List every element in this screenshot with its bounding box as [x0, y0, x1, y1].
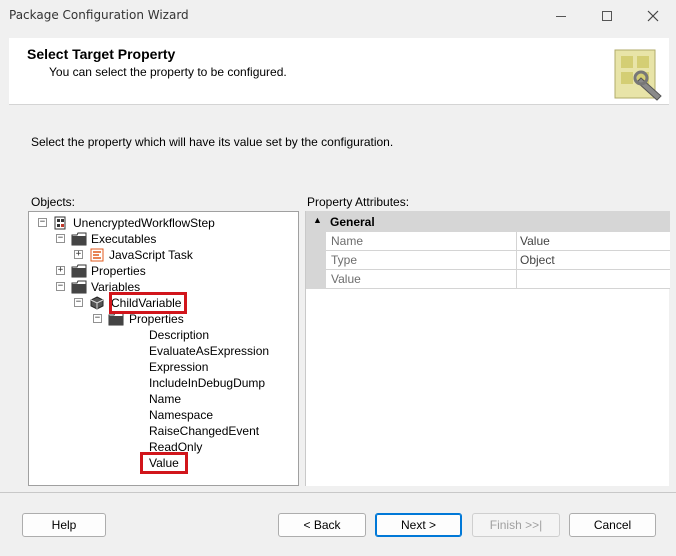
grid-gutter: [306, 232, 326, 251]
property-grid[interactable]: ▲ General Name Value Type Object Value: [305, 211, 670, 486]
folder-icon: [71, 280, 87, 294]
tree-node-root[interactable]: − UnencryptedWorkflowStep: [29, 215, 297, 231]
tree-leaf-label: EvaluateAsExpression: [149, 344, 270, 358]
finish-button[interactable]: Finish >>|: [472, 513, 560, 537]
instruction-text: Select the property which will have its …: [31, 135, 394, 149]
next-button[interactable]: Next >: [375, 513, 462, 537]
collapse-icon[interactable]: −: [56, 234, 65, 243]
grid-property-name: Type: [326, 251, 517, 270]
grid-property-name: Value: [326, 270, 517, 289]
grid-property-value[interactable]: Value: [517, 232, 670, 251]
tree-leaf-label: RaiseChangedEvent: [149, 424, 260, 438]
tree-leaf-raisechangedevent[interactable]: RaiseChangedEvent: [29, 423, 297, 439]
folder-icon: [71, 264, 87, 278]
folder-icon: [71, 232, 87, 246]
maximize-icon: [602, 11, 612, 21]
tree-node-executables[interactable]: − Executables: [29, 231, 297, 247]
collapse-icon[interactable]: −: [74, 298, 83, 307]
grid-property-name: Name: [326, 232, 517, 251]
tree-leaf-namespace[interactable]: Namespace: [29, 407, 297, 423]
expand-icon[interactable]: +: [56, 266, 65, 275]
page-subtitle: You can select the property to be config…: [49, 65, 287, 79]
highlight-box-value: [140, 452, 188, 474]
close-button[interactable]: [630, 0, 676, 32]
objects-label: Objects:: [31, 195, 76, 209]
tree-label-properties: Properties: [91, 264, 146, 278]
collapse-icon[interactable]: −: [38, 218, 47, 227]
grid-property-value[interactable]: Object: [517, 251, 670, 270]
wizard-logo-icon: [614, 49, 662, 101]
tree-label-executables: Executables: [91, 232, 157, 246]
grid-row-type[interactable]: Type Object: [306, 251, 670, 270]
page-title: Select Target Property: [27, 46, 176, 62]
folder-icon: [108, 312, 124, 326]
close-icon: [647, 10, 659, 22]
grid-row-value[interactable]: Value: [306, 270, 670, 289]
grid-gutter: [306, 270, 326, 289]
wizard-header: Select Target Property You can select th…: [9, 38, 669, 105]
title-bar: Package Configuration Wizard: [0, 0, 676, 32]
minimize-icon: [556, 15, 566, 17]
grid-gutter: [306, 251, 326, 270]
highlight-box-childvariable: [109, 292, 187, 314]
tree-leaf-expression[interactable]: Expression: [29, 359, 297, 375]
tree-node-properties[interactable]: + Properties: [29, 263, 297, 279]
tree-leaf-label: IncludeInDebugDump: [149, 376, 266, 390]
grid-category-label: General: [330, 215, 375, 229]
maximize-button[interactable]: [584, 0, 630, 32]
tree-leaf-label: Namespace: [149, 408, 214, 422]
help-button[interactable]: Help: [22, 513, 106, 537]
tree-leaf-includeindebugdump[interactable]: IncludeInDebugDump: [29, 375, 297, 391]
objects-tree[interactable]: − UnencryptedWorkflowStep − Executables …: [28, 211, 299, 486]
minimize-button[interactable]: [538, 0, 584, 32]
expand-icon[interactable]: +: [74, 250, 83, 259]
tree-leaf-description[interactable]: Description: [29, 327, 297, 343]
back-button[interactable]: < Back: [278, 513, 366, 537]
window-title: Package Configuration Wizard: [9, 8, 189, 22]
collapse-icon[interactable]: −: [93, 314, 102, 323]
tree-leaf-name[interactable]: Name: [29, 391, 297, 407]
tree-label-javascript-task: JavaScript Task: [109, 248, 193, 262]
tree-leaf-evaluateasexpression[interactable]: EvaluateAsExpression: [29, 343, 297, 359]
grid-row-name[interactable]: Name Value: [306, 232, 670, 251]
tree-leaf-label: Expression: [149, 360, 209, 374]
grid-category-general[interactable]: ▲ General: [306, 211, 670, 232]
package-icon: [54, 216, 66, 230]
collapse-icon[interactable]: −: [56, 282, 65, 291]
collapse-triangle-icon[interactable]: ▲: [313, 215, 322, 225]
tree-node-javascript-task[interactable]: + JavaScript Task: [29, 247, 297, 263]
script-task-icon: [90, 248, 104, 262]
tree-leaf-label: Name: [149, 392, 182, 406]
grid-property-value[interactable]: [517, 270, 670, 289]
cancel-button[interactable]: Cancel: [569, 513, 656, 537]
tree-label-root: UnencryptedWorkflowStep: [73, 216, 215, 230]
variable-icon: [90, 296, 104, 310]
tree-leaf-label: Description: [149, 328, 210, 342]
property-attributes-label: Property Attributes:: [307, 195, 410, 209]
footer-separator: [0, 492, 676, 493]
